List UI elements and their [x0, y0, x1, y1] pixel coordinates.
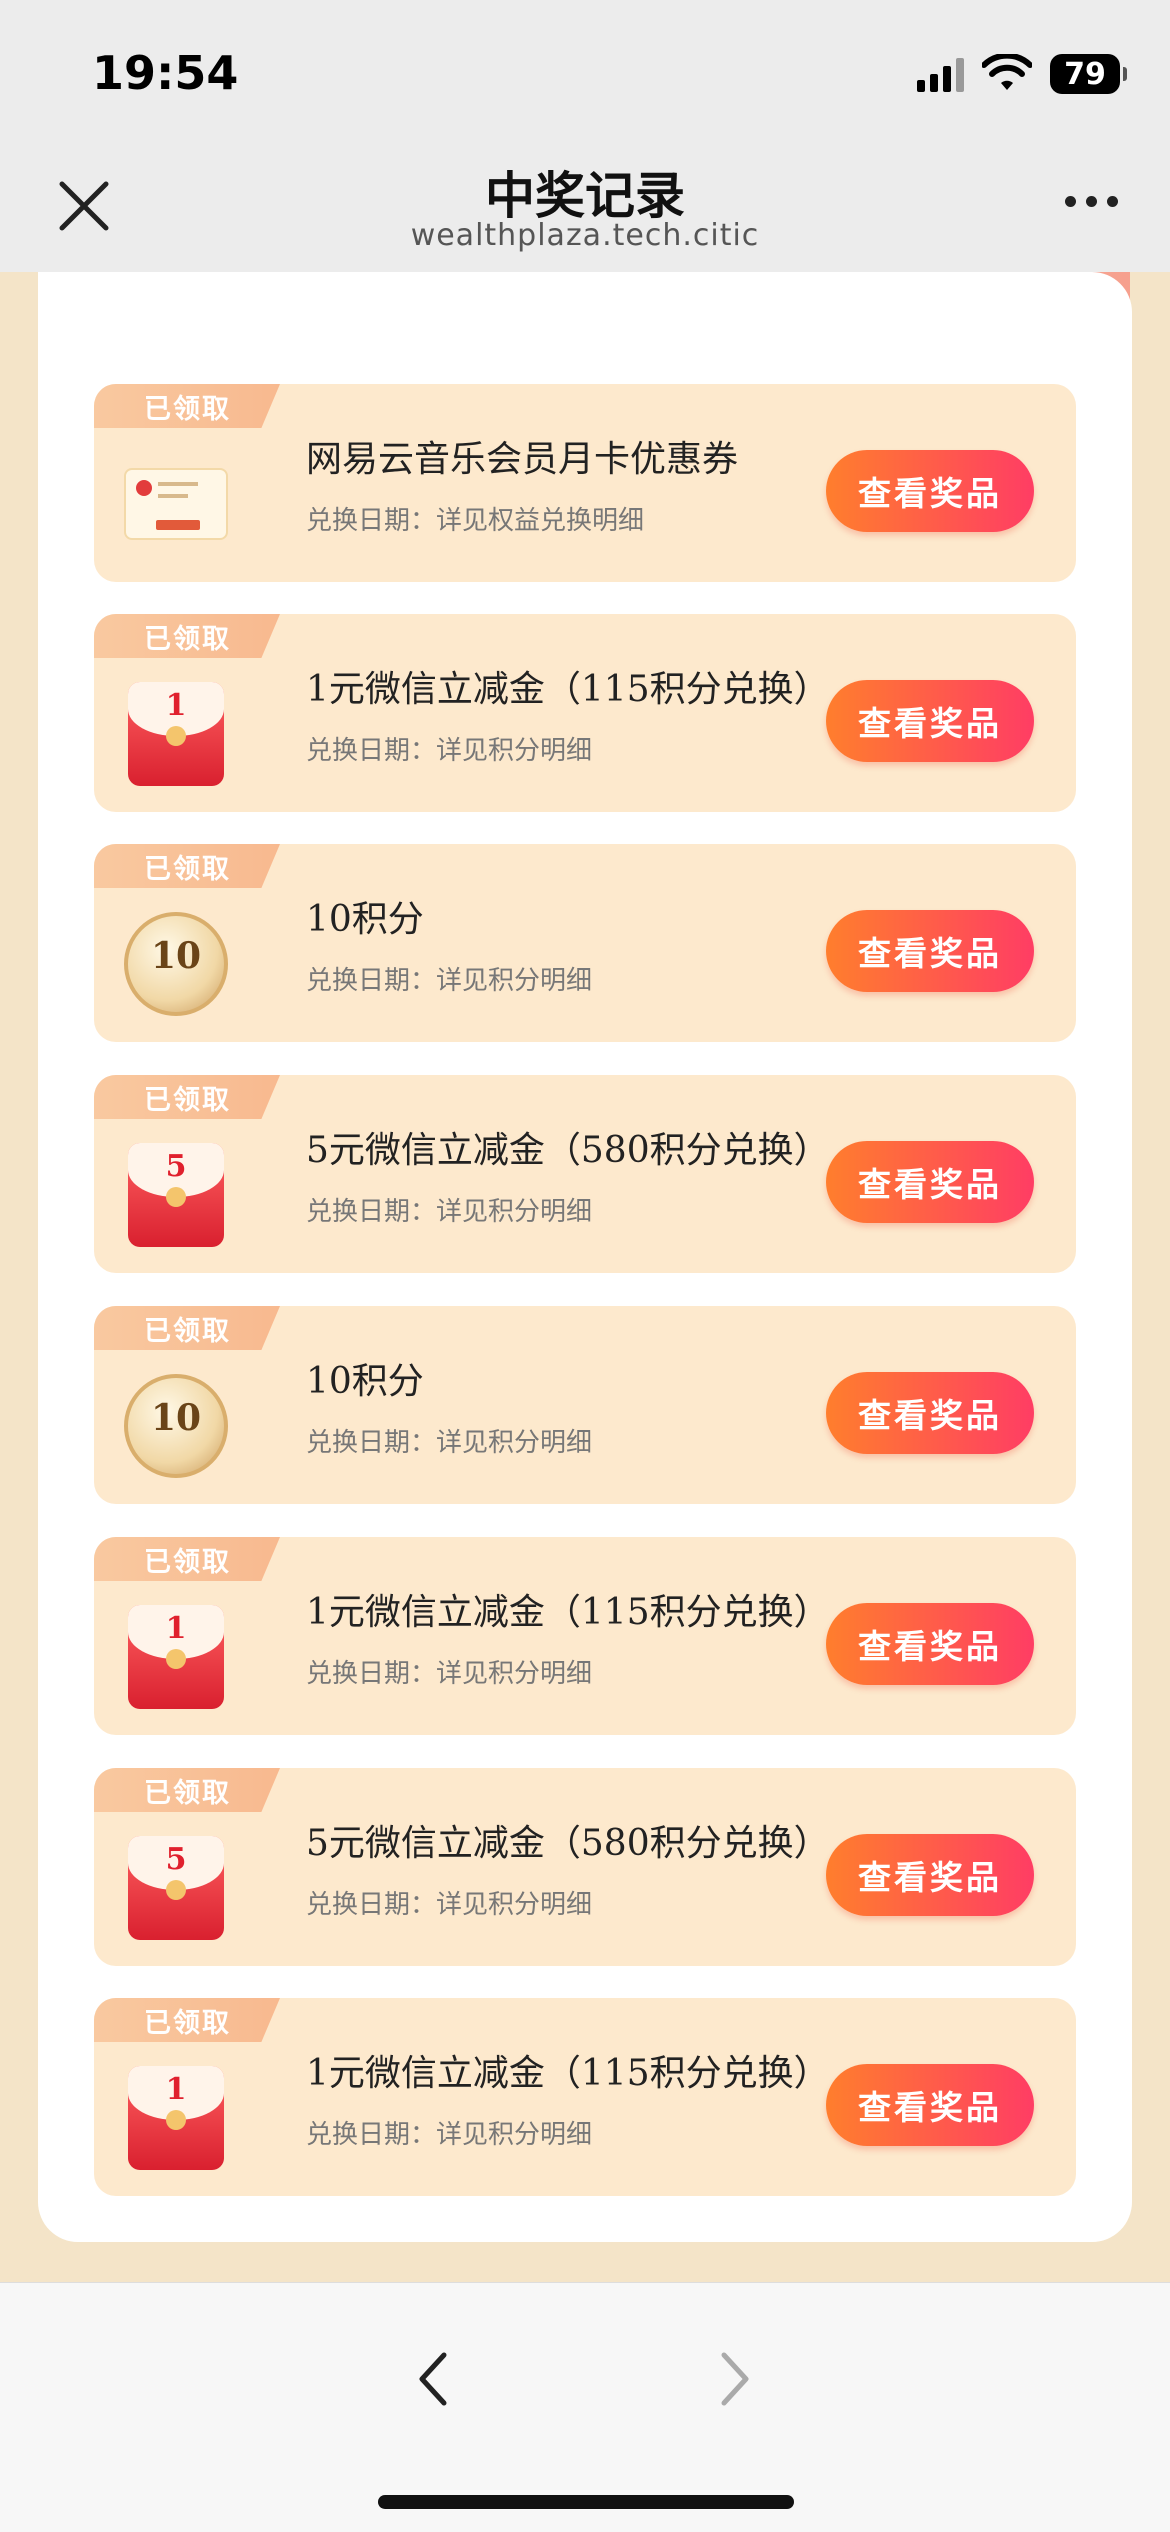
prize-date: 兑换日期：详见积分明细 — [306, 1890, 593, 1920]
prize-item: 已领取 1 1元微信立减金（115积分兑换） 兑换日期：详见积分明细 查看奖品 — [94, 1537, 1076, 1735]
prize-date: 兑换日期：详见权益兑换明细 — [306, 506, 645, 536]
claimed-tag: 已领取 — [94, 1768, 280, 1812]
browser-toolbar — [0, 2282, 1170, 2532]
claimed-tag: 已领取 — [94, 1075, 280, 1119]
claimed-tag: 已领取 — [94, 614, 280, 658]
prize-date: 兑换日期：详见积分明细 — [306, 966, 593, 996]
claimed-tag: 已领取 — [94, 844, 280, 888]
status-icons: 79 — [917, 50, 1127, 98]
prize-item: 已领取 10 10积分 兑换日期：详见积分明细 查看奖品 — [94, 844, 1076, 1042]
prize-name: 5元微信立减金（580积分兑换） — [306, 1823, 830, 1864]
prize-item: 已领取 10 10积分 兑换日期：详见积分明细 查看奖品 — [94, 1306, 1076, 1504]
claimed-tag: 已领取 — [94, 1998, 280, 2042]
prize-item: 已领取 1 1元微信立减金（115积分兑换） 兑换日期：详见积分明细 查看奖品 — [94, 1998, 1076, 2196]
red-envelope-icon: 1 — [124, 682, 228, 786]
view-prize-button[interactable]: 查看奖品 — [826, 1603, 1034, 1685]
prize-date: 兑换日期：详见积分明细 — [306, 1197, 593, 1227]
prize-name: 1元微信立减金（115积分兑换） — [306, 1592, 830, 1633]
prize-date: 兑换日期：详见积分明细 — [306, 2120, 593, 2150]
prize-name: 1元微信立减金（115积分兑换） — [306, 669, 830, 710]
prize-name: 5元微信立减金（580积分兑换） — [306, 1130, 830, 1171]
prize-name: 10积分 — [306, 899, 424, 940]
prize-item: 已领取 网易云音乐会员月卡优惠券 兑换日期：详见权益兑换明细 查看奖品 — [94, 384, 1076, 582]
cellular-signal-icon — [917, 56, 964, 92]
view-prize-button[interactable]: 查看奖品 — [826, 2064, 1034, 2146]
back-arrow-icon[interactable] — [412, 2349, 452, 2409]
red-envelope-icon: 1 — [124, 1605, 228, 1709]
prize-item: 已领取 1 1元微信立减金（115积分兑换） 兑换日期：详见积分明细 查看奖品 — [94, 614, 1076, 812]
forward-arrow-icon[interactable] — [716, 2349, 756, 2409]
view-prize-button[interactable]: 查看奖品 — [826, 1834, 1034, 1916]
red-envelope-icon: 1 — [124, 2066, 228, 2170]
battery-icon: 79 — [1050, 54, 1127, 94]
view-prize-button[interactable]: 查看奖品 — [826, 680, 1034, 762]
view-prize-button[interactable]: 查看奖品 — [826, 910, 1034, 992]
points-coin-icon: 10 — [124, 1374, 228, 1478]
prize-date: 兑换日期：详见积分明细 — [306, 736, 593, 766]
view-prize-button[interactable]: 查看奖品 — [826, 450, 1034, 532]
red-envelope-icon: 5 — [124, 1143, 228, 1247]
prize-name: 10积分 — [306, 1361, 424, 1402]
wifi-icon — [982, 54, 1032, 90]
prize-date: 兑换日期：详见积分明细 — [306, 1659, 593, 1689]
more-options-icon[interactable] — [1065, 196, 1118, 207]
prize-name: 网易云音乐会员月卡优惠券 — [306, 439, 739, 480]
prize-item: 已领取 5 5元微信立减金（580积分兑换） 兑换日期：详见积分明细 查看奖品 — [94, 1768, 1076, 1966]
status-time: 19:54 — [92, 46, 239, 100]
top-bar: 19:54 79 中奖记录 wealthplaza.tech.citic — [0, 0, 1170, 272]
prize-name: 1元微信立减金（115积分兑换） — [306, 2053, 830, 2094]
points-coin-icon: 10 — [124, 912, 228, 1016]
prize-date: 兑换日期：详见积分明细 — [306, 1428, 593, 1458]
view-prize-button[interactable]: 查看奖品 — [826, 1372, 1034, 1454]
page-domain: wealthplaza.tech.citic — [410, 218, 760, 253]
view-prize-button[interactable]: 查看奖品 — [826, 1141, 1034, 1223]
claimed-tag: 已领取 — [94, 1306, 280, 1350]
coupon-icon — [124, 452, 228, 556]
home-indicator — [378, 2495, 794, 2509]
claimed-tag: 已领取 — [94, 1537, 280, 1581]
claimed-tag: 已领取 — [94, 384, 280, 428]
red-envelope-icon: 5 — [124, 1836, 228, 1940]
prize-item: 已领取 5 5元微信立减金（580积分兑换） 兑换日期：详见积分明细 查看奖品 — [94, 1075, 1076, 1273]
